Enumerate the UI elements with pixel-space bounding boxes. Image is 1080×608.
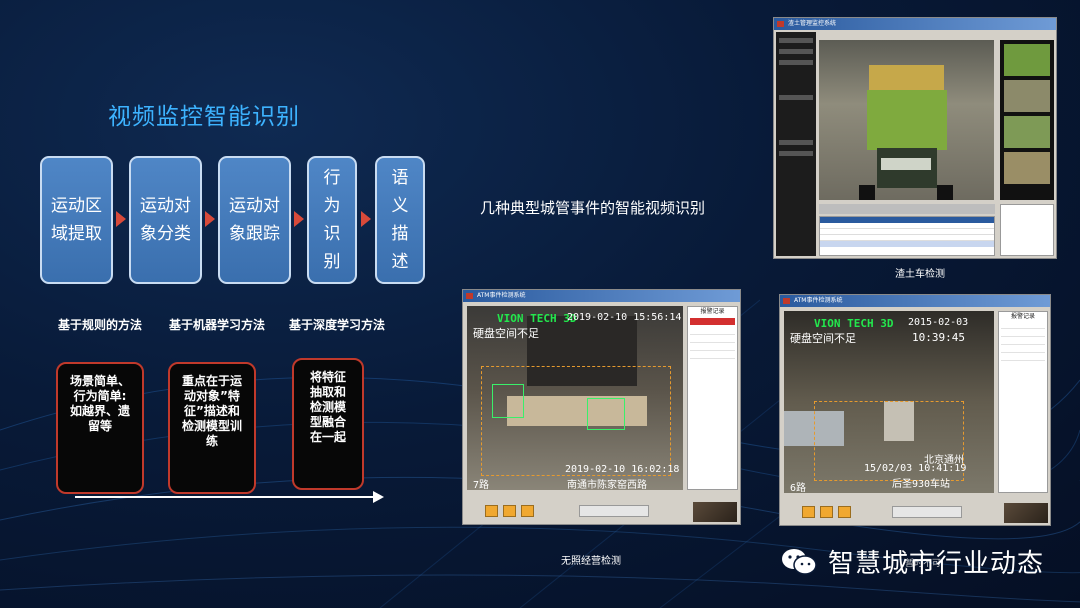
- camera-location: 南通市陈家窑西路: [567, 480, 647, 490]
- flow-arrow-icon: [116, 211, 126, 227]
- brand-logo: [1004, 503, 1048, 523]
- channel-label: 6路: [790, 483, 807, 493]
- description-line: 检测模型训: [181, 419, 242, 433]
- crowd-app-titlebar: ATM事件检测系统: [780, 295, 1050, 307]
- truck-app-titlebar: 渣土管理监控系统: [774, 18, 1056, 30]
- description-line: 将特征: [309, 370, 346, 384]
- timestamp-bottom: 15/02/03 10:41:19: [864, 463, 967, 474]
- truck-thumbnail-list: [1000, 40, 1054, 200]
- vendor-detection-caption: 无照经营检测: [561, 556, 621, 567]
- description-line: 征”描述和: [184, 404, 240, 418]
- flow-step-line: 域提取: [51, 224, 102, 244]
- description-line: 练: [205, 434, 218, 448]
- flow-step-motion-extraction: 运动区 域提取: [40, 156, 113, 284]
- channel-label: 7路: [473, 480, 490, 490]
- alarm-record-panel: 报警记录: [998, 311, 1048, 493]
- flow-step-line: 为: [323, 196, 341, 216]
- flow-step-line: 义: [391, 196, 409, 216]
- timestamp-time: 10:39:45: [912, 331, 965, 344]
- alarm-record-panel: 报警记录: [687, 306, 738, 490]
- flow-step-line: 象跟踪: [229, 224, 280, 244]
- description-line: 留等: [87, 419, 112, 433]
- flow-step-classification: 运动对 象分类: [129, 156, 202, 284]
- timestamp-top: 2019-02-10 15:56:14: [567, 312, 682, 323]
- flow-step-line: 别: [323, 252, 341, 272]
- page-title: 视频监控智能识别: [108, 104, 300, 130]
- description-line: 检测模: [309, 400, 346, 414]
- truck-video-frame: [819, 40, 994, 200]
- flow-step-behavior-recognition: 行为识别: [307, 156, 357, 284]
- truck-detail-panel: [1000, 204, 1054, 256]
- flow-step-tracking: 运动对 象跟踪: [218, 156, 291, 284]
- description-line: 抽取和: [309, 385, 346, 399]
- description-line: 型融合: [309, 415, 346, 429]
- alarm-panel-title: 报警记录: [700, 308, 725, 315]
- flow-step-line: 行: [323, 168, 341, 188]
- record-button[interactable]: [838, 506, 851, 518]
- flow-arrow-icon: [361, 211, 371, 227]
- layout-buttons[interactable]: [579, 505, 649, 517]
- timestamp-bottom: 2019-02-10 16:02:18: [565, 464, 680, 475]
- vion-tech-label: VION TECH 3D: [497, 312, 577, 325]
- method-label-rules: 基于规则的方法: [58, 318, 143, 332]
- description-deep-learning: 将特征 抽取和 检测模 型融合 在一起: [292, 358, 364, 490]
- flow-step-line: 象分类: [140, 224, 191, 244]
- flow-arrow-icon: [294, 211, 304, 227]
- flow-step-line: 语: [391, 168, 409, 188]
- description-line: 在一起: [309, 430, 346, 444]
- flow-arrow-icon: [205, 211, 215, 227]
- description-line: 场景简单、: [69, 374, 130, 388]
- wechat-watermark: 智慧城市行业动态: [780, 543, 1044, 580]
- watermark-text: 智慧城市行业动态: [828, 549, 1045, 579]
- truck-toolbar: [819, 204, 995, 214]
- vendor-video-frame: VION TECH 3D 2019-02-10 15:56:14 硬盘空间不足 …: [467, 306, 683, 490]
- snapshot-button[interactable]: [820, 506, 833, 518]
- alarm-panel-title: 报警记录: [1010, 313, 1035, 320]
- flow-step-line: 运动区: [51, 196, 102, 216]
- wechat-logo-icon: [782, 548, 817, 575]
- play-button[interactable]: [802, 506, 815, 518]
- method-label-machine-learning: 基于机器学习方法: [169, 318, 266, 332]
- timestamp-date: 2015-02-03: [908, 317, 969, 328]
- flow-step-line: 描: [391, 224, 409, 244]
- description-machine-learning: 重点在于运 动对象”特 征”描述和 检测模型训 练: [168, 362, 256, 494]
- timeline-arrowhead-icon: [373, 491, 384, 503]
- disk-warning: 硬盘空间不足: [790, 332, 856, 345]
- section-subtitle: 几种典型城管事件的智能视频识别: [480, 199, 706, 217]
- flow-step-line: 运动对: [229, 196, 280, 216]
- crowd-video-frame: VION TECH 3D 2015-02-03 硬盘空间不足 10:39:45 …: [784, 311, 994, 493]
- vion-tech-label: VION TECH 3D: [814, 317, 894, 330]
- description-line: 动对象”特: [184, 389, 240, 403]
- disk-warning: 硬盘空间不足: [473, 327, 539, 340]
- layout-buttons[interactable]: [892, 506, 962, 518]
- vendor-detection-screenshot: ATM事件检测系统 VION TECH 3D 2019-02-10 15:56:…: [462, 289, 741, 525]
- timeline-arrow-line: [75, 496, 375, 498]
- detection-zone: [481, 366, 671, 476]
- method-label-deep-learning: 基于深度学习方法: [289, 318, 386, 332]
- truck-left-panel: [776, 32, 816, 256]
- description-line: 如越界、遗: [69, 404, 130, 418]
- flow-step-line: 述: [391, 252, 409, 272]
- record-button[interactable]: [521, 505, 534, 517]
- truck-detection-screenshot: 渣土管理监控系统: [773, 17, 1057, 259]
- truck-record-table: [819, 216, 995, 256]
- flow-step-line: 运动对: [140, 196, 191, 216]
- camera-location: 后圣930车站: [892, 479, 951, 490]
- vendor-app-titlebar: ATM事件检测系统: [463, 290, 740, 302]
- snapshot-button[interactable]: [503, 505, 516, 517]
- description-rules: 场景简单、 行为简单: 如越界、遗 留等: [56, 362, 144, 494]
- play-button[interactable]: [485, 505, 498, 517]
- crowd-detection-screenshot: ATM事件检测系统 VION TECH 3D 2015-02-03 硬盘空间不足…: [779, 294, 1051, 526]
- description-line: 行为简单:: [73, 389, 127, 403]
- description-line: 重点在于运: [181, 374, 242, 388]
- brand-logo: [693, 502, 737, 522]
- truck-detection-caption: 渣土车检测: [895, 269, 945, 280]
- flow-step-semantic-description: 语义描述: [375, 156, 425, 284]
- flow-step-line: 识: [323, 224, 341, 244]
